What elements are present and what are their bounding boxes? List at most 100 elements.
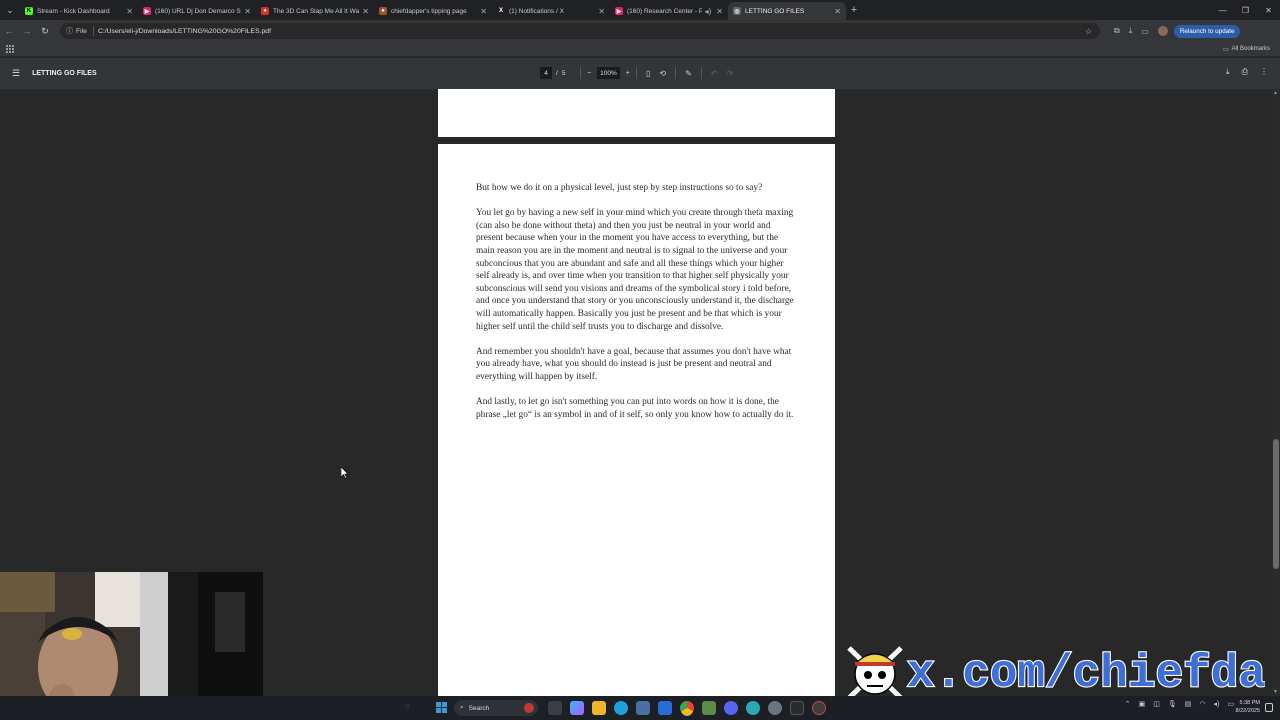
bookmark-star-icon[interactable]: ☆ — [1085, 27, 1092, 36]
volume-icon[interactable]: ◂) — [1214, 700, 1220, 708]
browser-icon[interactable] — [746, 701, 760, 715]
zoom-controls: − 100% + — [580, 67, 637, 79]
scrollbar[interactable]: ▲ ▼ — [1272, 89, 1280, 696]
microphone-icon[interactable]: 🎙 — [1168, 700, 1177, 708]
file-explorer-icon[interactable] — [592, 701, 606, 715]
paragraph: You let go by having a new self in your … — [476, 208, 794, 332]
edge-icon[interactable] — [614, 701, 628, 715]
mouse-cursor-icon — [341, 467, 349, 479]
all-bookmarks[interactable]: ▭ All Bookmarks — [1223, 46, 1270, 53]
annotate-icon[interactable]: ✎ — [685, 69, 692, 78]
close-tab-icon[interactable]: ✕ — [244, 7, 251, 16]
relaunch-button[interactable]: Relaunch to update — [1173, 24, 1241, 38]
divider — [700, 67, 702, 79]
reload-icon[interactable]: ↻ — [36, 26, 54, 37]
omnibox[interactable]: ⓘ File C:/Users/eli-j/Downloads/LETTING%… — [60, 23, 1100, 39]
tab-3d-slap[interactable]: ● The 3D Can Slap Me All It Wan ✕ — [256, 2, 374, 20]
tray-app-icon[interactable]: ◫ — [1153, 700, 1160, 708]
tab-kick-dashboard[interactable]: K Stream - Kick Dashboard ✕ — [20, 2, 138, 20]
menu-icon[interactable]: ☰ — [12, 68, 20, 79]
cast-icon[interactable]: ▭ — [1141, 27, 1149, 36]
tab-letting-go-files[interactable]: ◎ LETTING GO FILES ✕ — [728, 2, 846, 20]
store-icon[interactable] — [636, 701, 650, 715]
close-tab-icon[interactable]: ✕ — [126, 7, 133, 16]
copilot-icon[interactable] — [570, 701, 584, 715]
kick-icon: K — [25, 7, 33, 15]
page-number-input[interactable]: 4 — [540, 67, 552, 79]
time: 5:38 PM — [1239, 700, 1260, 706]
close-tab-icon[interactable]: ✕ — [598, 7, 605, 16]
tab-youtube-dj[interactable]: ▶ (160) URL Dj Don Demarco So ✕ — [138, 2, 256, 20]
x-icon: X — [497, 7, 505, 15]
tray-app-icon[interactable]: ▣ — [1139, 700, 1146, 708]
address-toolbar: ← → ↻ ⓘ File C:/Users/eli-j/Downloads/LE… — [0, 20, 1280, 42]
extensions-icon[interactable]: ⧉ — [1114, 26, 1120, 36]
search-highlight-icon — [524, 703, 534, 713]
app-icon[interactable] — [702, 701, 716, 715]
task-view-icon[interactable] — [548, 701, 562, 715]
back-icon[interactable]: ← — [0, 26, 18, 36]
url-text: C:/Users/eli-j/Downloads/LETTING%20GO%20… — [97, 27, 271, 35]
profile-avatar[interactable] — [1157, 26, 1168, 36]
clock[interactable]: 5:38 PM 8/22/2025 — [1236, 699, 1260, 715]
print-icon[interactable]: ⎙ — [1242, 67, 1248, 77]
calculator-icon[interactable] — [658, 701, 672, 715]
download-icon[interactable]: ⤓ — [1129, 26, 1133, 36]
tab-x-notifications[interactable]: X (1) Notifications / X ✕ — [492, 2, 610, 20]
site-info-chip[interactable]: ⓘ File — [66, 26, 94, 36]
more-options-icon[interactable]: ⋮ — [1260, 67, 1268, 77]
zoom-in-icon[interactable]: + — [626, 70, 630, 77]
tab-tipping-page[interactable]: ● chiefdapper's tipping page ✕ — [374, 2, 492, 20]
wifi-icon[interactable]: ◠ — [1199, 700, 1205, 708]
rotate-icon[interactable]: ⟲ — [659, 69, 666, 78]
pdf-tools: ▯ ⟲ ✎ ↶ ↷ — [646, 67, 733, 79]
tab-title: Stream - Kick Dashboard — [37, 7, 110, 15]
zoom-out-icon[interactable]: − — [587, 70, 591, 77]
new-tab-button[interactable]: + — [846, 4, 862, 16]
chrome-icon[interactable] — [680, 701, 694, 715]
all-bookmarks-label: All Bookmarks — [1231, 46, 1270, 52]
widgets-icon[interactable]: ◌ — [405, 702, 410, 711]
page-selector: 4 / 5 — [540, 67, 565, 79]
scroll-down-icon[interactable]: ▼ — [1273, 689, 1278, 695]
forward-icon[interactable]: → — [18, 26, 36, 36]
minimize-icon[interactable]: — — [1211, 0, 1234, 20]
settings-icon[interactable] — [768, 701, 782, 715]
close-tab-icon[interactable]: ✕ — [716, 7, 723, 16]
download-icon[interactable]: ⤓ — [1226, 67, 1230, 77]
scroll-up-icon[interactable]: ▲ — [1273, 90, 1278, 96]
folder-icon: ▭ — [1222, 46, 1229, 53]
scrollbar-thumb[interactable] — [1273, 439, 1279, 569]
tray-app-icon[interactable]: ▤ — [1185, 700, 1192, 708]
fit-page-icon[interactable]: ▯ — [646, 69, 650, 78]
paragraph: But how we do it on a physical level, ju… — [476, 183, 763, 193]
divider — [580, 67, 581, 79]
zoom-input[interactable]: 100% — [597, 67, 620, 79]
close-tab-icon[interactable]: ✕ — [362, 7, 369, 16]
pdf-right-tools: ⤓ ⎙ ⋮ — [1226, 67, 1268, 77]
terminal-icon[interactable] — [790, 701, 804, 715]
notification-icon[interactable] — [1265, 703, 1273, 712]
battery-icon[interactable]: ▭ — [1227, 700, 1234, 708]
undo-icon[interactable]: ↶ — [711, 69, 718, 78]
restore-icon[interactable]: ❐ — [1234, 0, 1257, 20]
site-icon: ● — [379, 7, 387, 15]
speaker-icon[interactable]: ◂) — [705, 7, 712, 16]
tab-title: The 3D Can Slap Me All It Wan — [273, 7, 360, 15]
taskbar-search[interactable]: ⌕ Search — [454, 700, 538, 716]
discord-icon[interactable] — [724, 701, 738, 715]
redo-icon[interactable]: ↷ — [727, 69, 734, 78]
page-separator: / — [556, 69, 558, 77]
tab-title: (1) Notifications / X — [509, 7, 564, 15]
obs-icon[interactable] — [812, 701, 826, 715]
tab-research-center[interactable]: ▶ (160) Research Center - Po ◂) ✕ — [610, 2, 728, 20]
tab-search-icon[interactable]: ⌄ — [0, 0, 20, 20]
close-tab-icon[interactable]: ✕ — [480, 7, 487, 16]
windows-start-icon[interactable] — [436, 702, 447, 713]
close-tab-icon[interactable]: ✕ — [834, 7, 841, 16]
tray-overflow-icon[interactable]: ⌃ — [1125, 700, 1131, 708]
tab-title: (160) Research Center - Po — [627, 7, 702, 15]
apps-grid-icon[interactable] — [6, 45, 14, 53]
close-window-icon[interactable]: ✕ — [1257, 0, 1280, 20]
divider — [675, 67, 677, 79]
